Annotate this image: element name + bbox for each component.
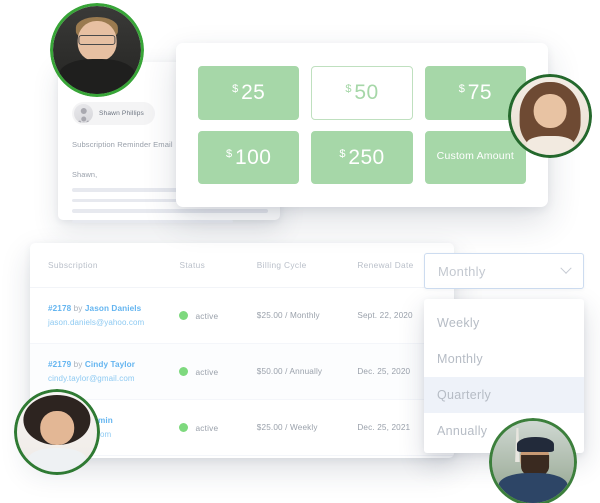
portrait-image bbox=[17, 392, 97, 472]
billing-cycle-value: $25.00 / Weekly bbox=[256, 423, 318, 432]
amount-option-250[interactable]: $250 bbox=[311, 130, 413, 184]
subscription-cell: #2179 by Cindy Taylor cindy.taylor@gmail… bbox=[48, 360, 179, 383]
status-badge: active bbox=[179, 423, 256, 433]
select-trigger[interactable]: Monthly bbox=[424, 253, 584, 289]
subscription-id: #2178 by Jason Daniels bbox=[48, 304, 179, 313]
email-subject: Subscription Reminder Email bbox=[72, 140, 173, 149]
amount-option-25[interactable]: $25 bbox=[198, 66, 300, 120]
status-label: active bbox=[195, 310, 219, 321]
avatar-photo bbox=[511, 77, 589, 155]
billing-cycle-value: $25.00 / Monthly bbox=[256, 311, 320, 320]
screenshot-canvas: Shawn Phillips Subscription Reminder Ema… bbox=[0, 0, 600, 503]
select-option-monthly[interactable]: Monthly bbox=[424, 341, 584, 377]
select-selected-value: Monthly bbox=[438, 263, 486, 279]
currency-symbol: $ bbox=[226, 147, 233, 160]
status-badge: active bbox=[179, 367, 256, 377]
amount-number: 50 bbox=[354, 81, 379, 105]
billing-cycle-value: $50.00 / Annually bbox=[256, 367, 323, 376]
avatar-photo bbox=[53, 6, 141, 94]
customer-email[interactable]: cindy.taylor@gmail.com bbox=[48, 374, 179, 383]
column-header-status: Status bbox=[179, 260, 206, 270]
portrait-image bbox=[511, 77, 589, 155]
amount-option-50[interactable]: $50 bbox=[311, 66, 413, 120]
status-badge: active bbox=[179, 311, 256, 321]
status-dot-icon bbox=[179, 423, 189, 432]
amount-value: $100 bbox=[226, 147, 271, 168]
currency-symbol: $ bbox=[232, 83, 239, 96]
amount-options-grid: $25 $50 $75 $100 $250 Custom Amount bbox=[198, 66, 526, 184]
avatar-photo bbox=[492, 421, 574, 503]
amount-number: 100 bbox=[235, 145, 272, 169]
custom-amount-label: Custom Amount bbox=[436, 150, 514, 163]
table-header-row: Subscription Status Billing Cycle Renewa… bbox=[30, 243, 454, 288]
subscription-id-number[interactable]: #2178 bbox=[48, 304, 71, 313]
amount-value: $75 bbox=[459, 82, 492, 103]
table-row[interactable]: #2178 by Jason Daniels jason.daniels@yah… bbox=[30, 288, 454, 344]
status-label: active bbox=[195, 366, 219, 377]
amount-option-100[interactable]: $100 bbox=[198, 130, 300, 184]
portrait-image bbox=[492, 421, 574, 503]
portrait-image bbox=[53, 6, 141, 94]
placeholder-line bbox=[72, 219, 233, 224]
status-dot-icon bbox=[179, 367, 189, 376]
currency-symbol: $ bbox=[345, 83, 352, 96]
amount-value: $250 bbox=[339, 147, 384, 168]
amount-value: $50 bbox=[345, 82, 378, 103]
donation-amount-card: $25 $50 $75 $100 $250 Custom Amount bbox=[176, 43, 548, 207]
subscription-id: #2179 by Cindy Taylor bbox=[48, 360, 179, 369]
amount-number: 25 bbox=[241, 81, 266, 105]
status-label: active bbox=[195, 422, 219, 433]
customer-email[interactable]: jason.daniels@yahoo.com bbox=[48, 318, 179, 327]
avatar-bottom-left bbox=[14, 389, 100, 475]
chevron-down-icon bbox=[560, 262, 572, 274]
currency-symbol: $ bbox=[458, 83, 466, 96]
avatar-bottom-right bbox=[489, 418, 577, 503]
customer-name[interactable]: Cindy Taylor bbox=[85, 360, 135, 369]
by-label: by bbox=[73, 360, 83, 369]
by-label: by bbox=[73, 304, 83, 313]
select-option-weekly[interactable]: Weekly bbox=[424, 305, 584, 341]
avatar-top-right bbox=[508, 74, 592, 158]
email-sender-name: Shawn Phillips bbox=[99, 110, 144, 117]
customer-name[interactable]: Jason Daniels bbox=[85, 304, 141, 313]
avatar bbox=[74, 104, 93, 123]
subscription-cell: #2178 by Jason Daniels jason.daniels@yah… bbox=[48, 304, 179, 327]
amount-number: 75 bbox=[467, 81, 492, 105]
placeholder-line bbox=[72, 209, 268, 213]
email-sender-chip: Shawn Phillips bbox=[72, 102, 155, 125]
email-greeting: Shawn, bbox=[72, 170, 98, 179]
column-header-subscription: Subscription bbox=[48, 260, 98, 270]
billing-cycle-select[interactable]: Monthly Weekly Monthly Quarterly Annuall… bbox=[424, 253, 584, 453]
status-dot-icon bbox=[179, 311, 189, 320]
amount-number: 250 bbox=[348, 145, 385, 169]
avatar-photo bbox=[17, 392, 97, 472]
currency-symbol: $ bbox=[339, 147, 346, 160]
column-header-billing-cycle: Billing Cycle bbox=[256, 260, 307, 270]
avatar-top-left bbox=[50, 3, 144, 97]
amount-value: $25 bbox=[232, 82, 265, 103]
select-option-quarterly[interactable]: Quarterly bbox=[424, 377, 584, 413]
subscription-id-number[interactable]: #2179 bbox=[48, 360, 71, 369]
